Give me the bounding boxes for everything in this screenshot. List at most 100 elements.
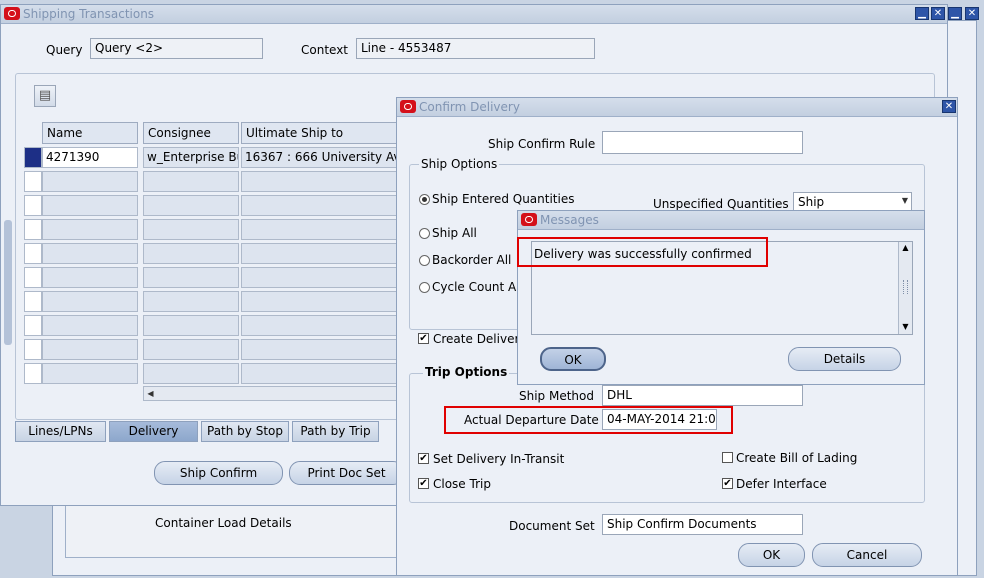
dropdown-arrow-icon[interactable]: ▼: [902, 196, 908, 205]
scroll-left-icon[interactable]: ◀: [144, 387, 157, 400]
set-delivery-in-transit-checkbox[interactable]: ✔: [418, 453, 429, 464]
confirm-ok-button[interactable]: OK: [738, 543, 805, 567]
messages-ok-button[interactable]: OK: [540, 347, 606, 371]
option-ship-entered-quantities-label: Ship Entered Quantities: [432, 192, 575, 206]
column-header-name[interactable]: Name: [42, 122, 138, 144]
trip-options-label: Trip Options: [423, 365, 510, 379]
cell-empty[interactable]: [42, 195, 138, 216]
background-minimize-icon[interactable]: ▁: [948, 7, 962, 20]
row-selector[interactable]: [24, 315, 42, 336]
cell-empty[interactable]: [143, 291, 239, 312]
create-delivery-checkbox[interactable]: ✔: [418, 333, 429, 344]
row-selector[interactable]: [24, 339, 42, 360]
cell-empty[interactable]: [42, 171, 138, 192]
cell-ultimate-ship-to[interactable]: 16367 : 666 University Ave: [241, 147, 401, 168]
create-delivery-label: Create Delivery: [433, 332, 527, 346]
messages-details-button[interactable]: Details: [788, 347, 901, 371]
cell-name[interactable]: 4271390: [42, 147, 138, 168]
row-selector[interactable]: [24, 291, 42, 312]
radio-ship-all[interactable]: [419, 228, 430, 239]
minimize-icon[interactable]: ▁: [915, 7, 929, 20]
cell-empty[interactable]: [42, 315, 138, 336]
ship-method-label: Ship Method: [519, 389, 594, 403]
cell-empty[interactable]: [42, 243, 138, 264]
unspecified-quantities-value: Ship: [798, 195, 825, 209]
tab-path-by-stop[interactable]: Path by Stop: [201, 421, 289, 442]
cell-empty[interactable]: [143, 315, 239, 336]
create-bill-of-lading-checkbox[interactable]: [722, 452, 733, 463]
background-close-icon[interactable]: ✕: [965, 7, 979, 20]
cell-empty[interactable]: [241, 363, 401, 384]
radio-cycle-count-all[interactable]: [419, 282, 430, 293]
document-set-field[interactable]: Ship Confirm Documents: [602, 514, 803, 535]
cell-empty[interactable]: [241, 339, 401, 360]
close-icon[interactable]: ✕: [942, 100, 956, 113]
cell-empty[interactable]: [143, 339, 239, 360]
context-label: Context: [301, 43, 349, 57]
column-header-consignee[interactable]: Consignee: [143, 122, 239, 144]
cell-empty[interactable]: [241, 195, 401, 216]
context-field[interactable]: Line - 4553487: [356, 38, 595, 59]
defer-interface-checkbox[interactable]: ✔: [722, 478, 733, 489]
tab-path-by-trip[interactable]: Path by Trip: [292, 421, 379, 442]
cell-empty[interactable]: [241, 315, 401, 336]
close-trip-checkbox[interactable]: ✔: [418, 478, 429, 489]
oracle-logo-icon: [521, 213, 537, 226]
message-text: Delivery was successfully confirmed: [534, 247, 752, 261]
cell-empty[interactable]: [241, 291, 401, 312]
cell-empty[interactable]: [143, 195, 239, 216]
cell-empty[interactable]: [241, 171, 401, 192]
unspecified-quantities-label: Unspecified Quantities: [653, 197, 789, 211]
cell-empty[interactable]: [42, 291, 138, 312]
query-field[interactable]: Query <2>: [90, 38, 263, 59]
cell-empty[interactable]: [143, 363, 239, 384]
horizontal-scrollbar[interactable]: ◀: [143, 386, 401, 401]
cell-consignee[interactable]: w_Enterprise Bu: [143, 147, 239, 168]
set-delivery-in-transit-label: Set Delivery In-Transit: [433, 452, 565, 466]
folder-icon[interactable]: ▤: [34, 85, 56, 107]
row-selector[interactable]: [24, 171, 42, 192]
cell-empty[interactable]: [143, 243, 239, 264]
cell-empty[interactable]: [42, 339, 138, 360]
radio-ship-entered-quantities[interactable]: [419, 194, 430, 205]
create-bill-of-lading-label: Create Bill of Lading: [736, 451, 858, 465]
cell-empty[interactable]: [42, 219, 138, 240]
row-selector[interactable]: [24, 219, 42, 240]
radio-backorder-all[interactable]: [419, 255, 430, 266]
oracle-logo-icon: [4, 7, 20, 20]
print-doc-set-button[interactable]: Print Doc Set: [289, 461, 404, 485]
ship-confirm-button[interactable]: Ship Confirm: [154, 461, 283, 485]
row-selector[interactable]: [24, 267, 42, 288]
cell-empty[interactable]: [143, 267, 239, 288]
column-header-ultimate-ship-to[interactable]: Ultimate Ship to: [241, 122, 401, 144]
cell-empty[interactable]: [42, 267, 138, 288]
cell-empty[interactable]: [143, 171, 239, 192]
row-selector[interactable]: [24, 195, 42, 216]
menu-item-container-load-details[interactable]: Container Load Details: [155, 516, 292, 530]
message-vertical-scrollbar[interactable]: ▲ ▼: [898, 242, 912, 334]
document-set-label: Document Set: [509, 519, 595, 533]
option-cycle-count-all-label: Cycle Count All: [432, 280, 519, 294]
row-selector[interactable]: [24, 147, 42, 168]
row-selector[interactable]: [24, 363, 42, 384]
scroll-down-icon[interactable]: ▼: [899, 321, 912, 333]
ship-confirm-rule-field[interactable]: [602, 131, 803, 154]
scroll-grip-icon: [903, 280, 908, 294]
ship-method-field[interactable]: DHL: [602, 385, 803, 406]
cell-empty[interactable]: [42, 363, 138, 384]
tab-delivery[interactable]: Delivery: [109, 421, 198, 442]
cell-empty[interactable]: [241, 267, 401, 288]
actual-departure-date-field[interactable]: 04-MAY-2014 21:00: [602, 409, 717, 430]
window-vertical-scrollbar[interactable]: [4, 220, 12, 345]
cell-empty[interactable]: [241, 219, 401, 240]
confirm-cancel-button[interactable]: Cancel: [812, 543, 922, 567]
close-icon[interactable]: ✕: [931, 7, 945, 20]
tab-lines-lpns[interactable]: Lines/LPNs: [15, 421, 106, 442]
query-label: Query: [46, 43, 83, 57]
cell-empty[interactable]: [143, 219, 239, 240]
row-selector[interactable]: [24, 243, 42, 264]
main-titlebar: Shipping Transactions ▁ ✕: [1, 5, 947, 24]
scroll-up-icon[interactable]: ▲: [899, 242, 912, 254]
messages-dialog: Messages ▲ ▼ Delivery was successfully c…: [517, 210, 925, 385]
cell-empty[interactable]: [241, 243, 401, 264]
